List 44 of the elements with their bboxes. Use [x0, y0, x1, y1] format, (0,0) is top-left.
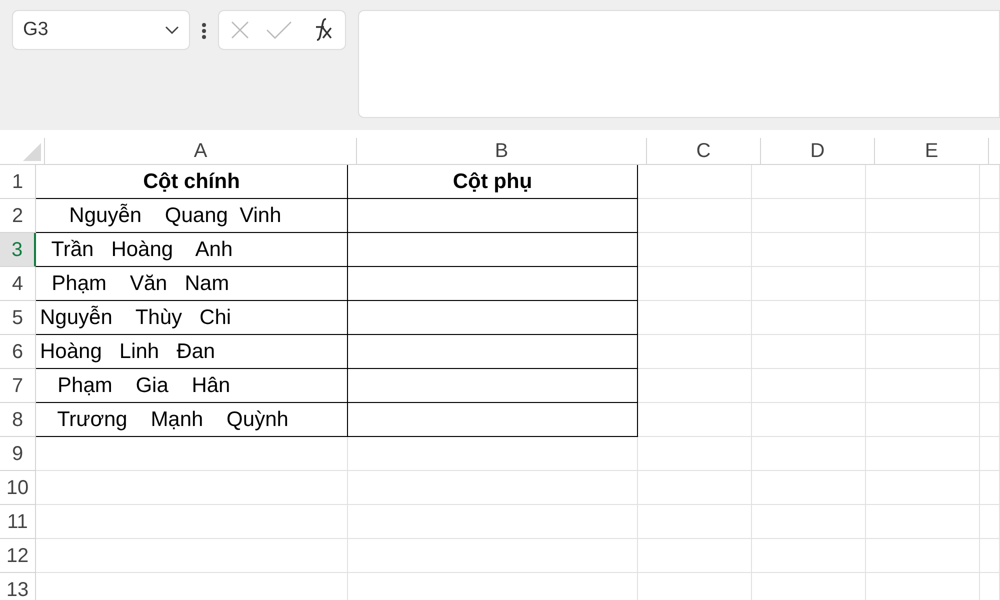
row-header[interactable]: 4 [0, 267, 36, 301]
row-header[interactable]: 13 [0, 573, 36, 600]
table-cell [980, 505, 1000, 539]
row-header[interactable]: 11 [0, 505, 36, 539]
chevron-down-icon[interactable] [165, 26, 179, 34]
table-cell: Trương Mạnh Quỳnh [36, 403, 348, 437]
table-cell [980, 369, 1000, 403]
row-header[interactable]: 1 [0, 165, 36, 199]
table-cell [980, 471, 1000, 505]
more-options-icon[interactable] [202, 23, 206, 39]
table-cell: Cột chính [36, 165, 348, 199]
table-cell [980, 233, 1000, 267]
table-cell [980, 539, 1000, 573]
table-cell [980, 403, 1000, 437]
formula-input[interactable] [358, 10, 1000, 118]
row-header[interactable]: 12 [0, 539, 36, 573]
row-header[interactable]: 8 [0, 403, 36, 437]
column-header[interactable]: B [357, 138, 647, 164]
row-header[interactable]: 7 [0, 369, 36, 403]
table-cell [980, 199, 1000, 233]
table-cell [980, 267, 1000, 301]
table-cell [980, 335, 1000, 369]
row-header[interactable]: 3 [0, 233, 36, 267]
triangle-icon [23, 143, 41, 161]
column-header[interactable]: D [761, 138, 875, 164]
table-cell: Phạm Văn Nam [36, 267, 348, 301]
table-cell: Cột phụ [348, 165, 638, 199]
table-cell [980, 301, 1000, 335]
column-header[interactable]: A [45, 138, 357, 164]
table-cell: Trần Hoàng Anh [36, 233, 348, 267]
name-box[interactable]: G3 [12, 10, 190, 50]
cell-reference: G3 [23, 18, 48, 42]
table-cell: Nguyễn Quang Vinh [36, 199, 348, 233]
table-cell: Hoàng Linh Đan [36, 335, 348, 369]
row-header[interactable]: 6 [0, 335, 36, 369]
table-cell [980, 437, 1000, 471]
row-header[interactable]: 5 [0, 301, 36, 335]
column-header[interactable]: C [647, 138, 761, 164]
table-cell [980, 165, 1000, 199]
row-header[interactable]: 10 [0, 471, 36, 505]
row-header[interactable]: 9 [0, 437, 36, 471]
table-cell: Nguyễn Thùy Chi [36, 301, 348, 335]
column-header[interactable]: E [875, 138, 989, 164]
table-cell: Phạm Gia Hân [36, 369, 348, 403]
